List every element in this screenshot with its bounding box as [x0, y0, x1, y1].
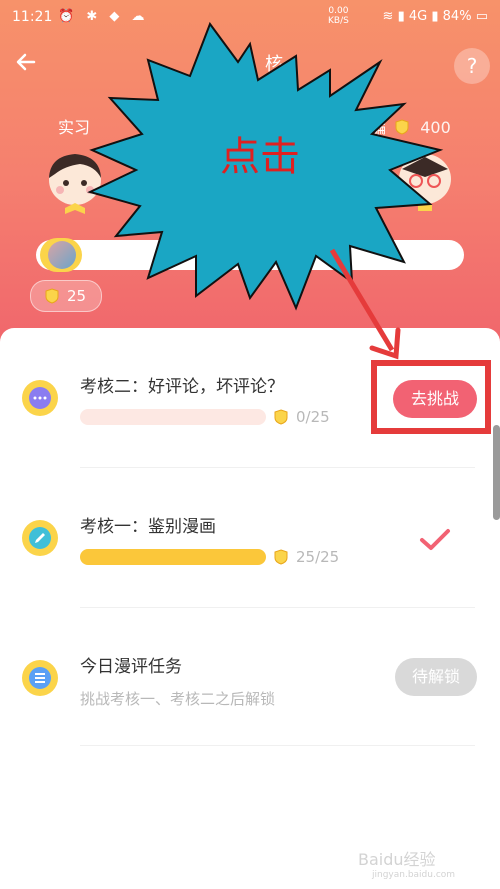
signal-icon-2: ▮: [431, 9, 439, 24]
shield-icon: [45, 288, 59, 304]
pencil-icon: [22, 520, 58, 556]
back-arrow-icon[interactable]: [14, 50, 44, 80]
task-progress-bar: [80, 409, 266, 425]
avatar-intern: [40, 148, 110, 218]
help-button[interactable]: ?: [454, 48, 490, 84]
divider: [80, 745, 475, 746]
status-time: 11:21: [12, 9, 53, 25]
task-progress-bar: [80, 549, 266, 565]
wifi-icon: ≋: [382, 9, 394, 24]
level-left-label: 实习: [58, 118, 91, 137]
status-bar: 11:21 ⏰ ✱ ◆ ☁ 0.00 KB/S ≋ ▮ 4G ▮ 84% ▭: [0, 0, 500, 34]
shield-icon: [395, 119, 409, 135]
list-icon: [22, 660, 58, 696]
status-right: ≋ ▮ 4G ▮ 84% ▭: [383, 9, 488, 24]
checkmark-icon: [418, 522, 452, 556]
level-right-label: 编 400: [370, 118, 451, 137]
network-type: 4G: [408, 9, 428, 24]
locked-button[interactable]: 待解锁: [395, 658, 477, 696]
user-avatar: [48, 241, 76, 269]
level-progress-track: [36, 240, 464, 270]
watermark: Baidu经验 jingyan.baidu.com: [358, 850, 456, 880]
task-title: 今日漫评任务: [80, 657, 182, 677]
chat-icon: [22, 380, 58, 416]
battery-percent: 84%: [442, 9, 472, 24]
status-icons: ⏰ ✱ ◆ ☁: [58, 9, 149, 24]
highlight-box: [371, 360, 491, 434]
task-count: 0/25: [296, 408, 330, 426]
task-subtitle: 挑战考核一、考核二之后解锁: [80, 690, 276, 708]
battery-icon: ▭: [475, 9, 488, 24]
shield-icon: [274, 409, 288, 425]
level-progress-thumb: [40, 238, 82, 272]
task-title: 考核二：好评论，坏评论？: [80, 377, 284, 397]
shield-icon: [274, 549, 288, 565]
net-speed: 0.00 KB/S: [328, 6, 349, 26]
scrollbar[interactable]: [493, 425, 500, 520]
task-count: 25/25: [296, 548, 340, 566]
signal-icon: ▮: [397, 9, 405, 24]
avatar-editor: [390, 143, 460, 213]
coin-balance-pill: 25: [30, 280, 102, 312]
task-title: 考核一：鉴别漫画: [80, 517, 216, 537]
page-title: 核: [265, 54, 283, 75]
